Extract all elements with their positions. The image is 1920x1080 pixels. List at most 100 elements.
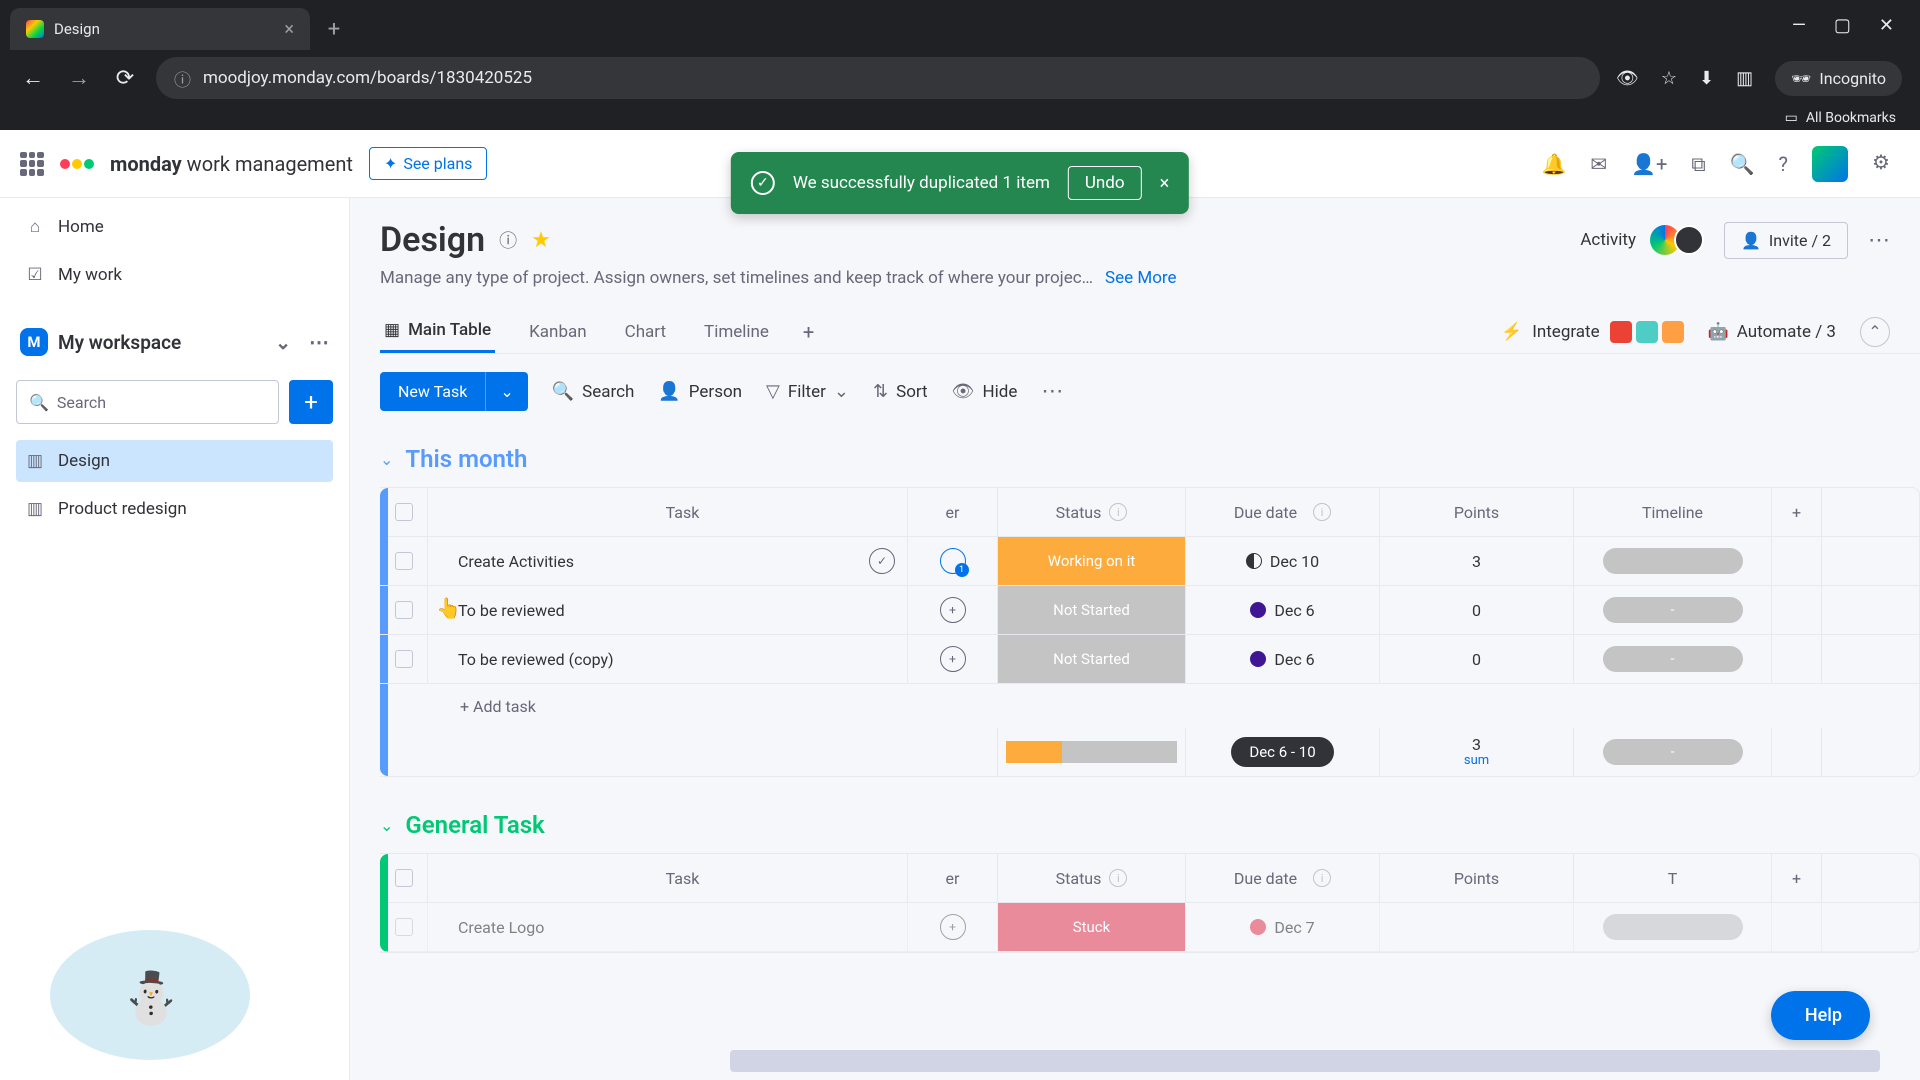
column-timeline[interactable]: T [1574,854,1772,902]
points-cell[interactable]: 3 [1380,537,1574,585]
row-checkbox[interactable] [395,601,413,619]
add-column-button[interactable]: + [1772,488,1822,536]
apps-marketplace-icon[interactable]: ⧉ [1691,152,1705,176]
task-name[interactable]: Create Activities [458,552,869,571]
activity-avatars[interactable] [1656,225,1704,255]
integrate-button[interactable]: ⚡ Integrate [1501,321,1684,343]
collapse-group-icon[interactable]: ⌄ [380,816,393,835]
task-name[interactable]: To be reviewed (copy) [458,650,907,669]
star-icon[interactable]: ★ [531,228,551,253]
back-icon[interactable]: ← [18,65,48,91]
sidebar-item-my-work[interactable]: ☑ My work [16,254,333,296]
column-due-date[interactable]: Due date i [1186,488,1380,536]
column-points[interactable]: Points [1380,854,1574,902]
table-row[interactable]: Create Logo + Stuck Dec 7 [380,903,1919,952]
info-icon[interactable]: i [1313,869,1331,887]
expand-task-icon[interactable]: ✓ [869,548,895,574]
all-bookmarks-link[interactable]: All Bookmarks [1806,110,1896,126]
task-name[interactable]: Create Logo [458,918,907,937]
column-owner[interactable]: er [908,488,998,536]
points-cell[interactable]: 0 [1380,586,1574,634]
column-timeline[interactable]: Timeline [1574,488,1772,536]
column-status[interactable]: Status i [998,488,1186,536]
points-cell[interactable]: 0 [1380,635,1574,683]
tab-timeline[interactable]: Timeline [700,312,773,352]
close-tab-icon[interactable]: × [284,19,294,40]
select-all-checkbox[interactable] [395,869,413,887]
table-row[interactable]: To be reviewed (copy) + Not Started Dec … [380,635,1919,684]
close-toast-icon[interactable]: × [1160,173,1170,194]
help-button[interactable]: Help [1771,991,1870,1040]
add-board-button[interactable]: + [289,380,333,424]
invite-button[interactable]: 👤 Invite / 2 [1724,222,1848,259]
help-icon[interactable]: ? [1779,152,1788,176]
person-filter[interactable]: 👤 Person [658,381,742,402]
due-date-cell[interactable]: Dec 6 [1186,635,1380,683]
reload-icon[interactable]: ⟳ [110,66,140,91]
add-task-row[interactable]: + Add task [380,684,1919,728]
group-title[interactable]: This month [405,445,527,473]
column-task[interactable]: Task [428,854,908,902]
status-cell[interactable]: Working on it [998,537,1186,585]
task-name[interactable]: To be reviewed [458,601,907,620]
site-info-icon[interactable]: ⓘ [174,66,191,91]
info-icon[interactable]: i [1313,503,1331,521]
download-icon[interactable]: ⬇ [1699,68,1714,89]
info-icon[interactable]: i [1109,503,1127,521]
minimize-icon[interactable]: — [1792,15,1806,36]
updates-icon[interactable]: + [940,914,966,940]
updates-icon[interactable]: + [940,646,966,672]
close-window-icon[interactable]: ✕ [1879,15,1894,36]
new-task-dropdown-icon[interactable]: ⌄ [485,372,527,411]
points-cell[interactable] [1380,903,1574,951]
info-icon[interactable]: ⓘ [499,227,517,253]
status-cell[interactable]: Not Started [998,635,1186,683]
timeline-cell[interactable]: - [1574,635,1772,683]
undo-button[interactable]: Undo [1068,166,1142,200]
tab-main-table[interactable]: ▦ Main Table [380,310,495,353]
due-date-cell[interactable]: Dec 6 [1186,586,1380,634]
column-points[interactable]: Points [1380,488,1574,536]
row-checkbox[interactable] [395,552,413,570]
filter-button[interactable]: ▽ Filter ⌄ [766,381,849,402]
new-task-button[interactable]: New Task ⌄ [380,372,528,411]
horizontal-scrollbar[interactable] [730,1050,1880,1072]
chevron-down-icon[interactable]: ⌄ [834,381,849,402]
timeline-cell[interactable] [1574,537,1772,585]
status-cell[interactable]: Stuck [998,903,1186,951]
tab-chart[interactable]: Chart [621,312,670,352]
see-more-link[interactable]: See More [1105,268,1177,288]
column-due-date[interactable]: Due date i [1186,854,1380,902]
eye-off-icon[interactable]: 👁 [1616,68,1639,89]
table-row[interactable]: Create Activities ✓ 1 Working on it Dec … [380,537,1919,586]
workspace-menu-icon[interactable]: ⋯ [309,330,329,354]
row-checkbox[interactable] [395,650,413,668]
row-checkbox[interactable] [395,918,413,936]
side-panel-icon[interactable]: ▥ [1736,68,1753,89]
maximize-icon[interactable]: ▢ [1834,15,1851,36]
automate-button[interactable]: 🤖 Automate / 3 [1708,322,1836,342]
toolbar-more-icon[interactable]: ⋯ [1041,379,1063,404]
new-tab-button[interactable]: + [316,11,352,47]
incognito-badge[interactable]: 🕶 Incognito [1775,61,1902,96]
info-icon[interactable]: i [1109,869,1127,887]
activity-link[interactable]: Activity [1580,230,1636,250]
add-view-button[interactable]: + [803,320,814,344]
settings-gear-icon[interactable]: ⚙ [1872,150,1900,178]
search-icon[interactable]: 🔍 [1730,152,1755,176]
sidebar-item-design[interactable]: ▥ Design [16,440,333,482]
user-avatar[interactable] [1812,146,1848,182]
column-status[interactable]: Status i [998,854,1186,902]
address-bar[interactable]: ⓘ moodjoy.monday.com/boards/1830420525 [156,57,1600,99]
collapse-header-icon[interactable]: ⌃ [1860,317,1890,347]
hide-button[interactable]: 👁 Hide [952,381,1018,402]
browser-tab[interactable]: Design × [10,8,310,50]
see-plans-button[interactable]: ✦ See plans [369,147,488,180]
inbox-icon[interactable]: ✉ [1590,152,1607,176]
sort-button[interactable]: ⇅ Sort [873,381,928,402]
collapse-group-icon[interactable]: ⌄ [380,450,393,469]
bookmark-star-icon[interactable]: ☆ [1661,68,1677,89]
search-tool[interactable]: 🔍 Search [552,381,635,402]
sidebar-item-product-redesign[interactable]: ▥ Product redesign [16,488,333,530]
apps-grid-icon[interactable] [20,152,44,176]
